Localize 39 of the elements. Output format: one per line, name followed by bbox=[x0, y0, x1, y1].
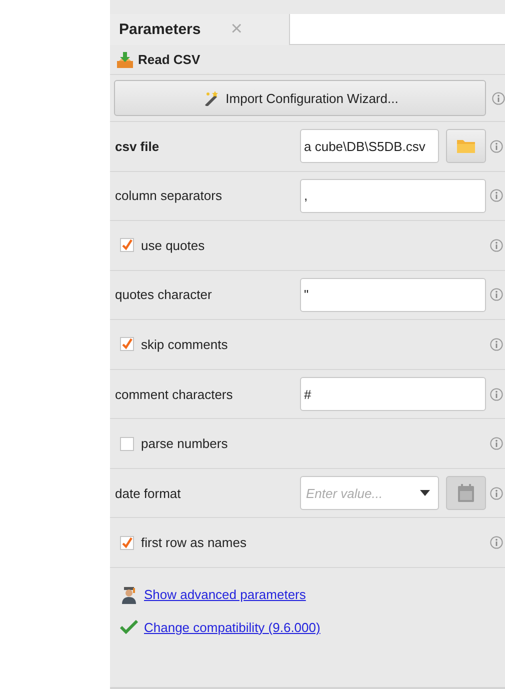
dropdown-caret-icon bbox=[420, 490, 430, 496]
parameter-label: comment characters bbox=[115, 386, 233, 402]
parameter-label: quotes character bbox=[115, 287, 212, 302]
calendar-icon bbox=[458, 484, 474, 502]
user-icon bbox=[120, 586, 138, 604]
browse-button[interactable] bbox=[446, 129, 486, 164]
info-icon[interactable] bbox=[490, 189, 503, 202]
info-icon[interactable] bbox=[492, 92, 505, 105]
checkbox[interactable] bbox=[120, 238, 134, 252]
info-icon[interactable] bbox=[490, 338, 503, 351]
info-icon[interactable] bbox=[490, 486, 503, 500]
import-tray-icon bbox=[116, 50, 134, 69]
info-icon[interactable] bbox=[490, 140, 503, 153]
link[interactable]: Change compatibility (9.6.000) bbox=[144, 620, 320, 635]
info-icon[interactable] bbox=[490, 536, 503, 550]
operator-title: Read CSV bbox=[138, 52, 200, 68]
checkbox[interactable] bbox=[120, 536, 134, 550]
info-icon[interactable] bbox=[490, 388, 503, 401]
parameter-label: csv file bbox=[115, 138, 160, 154]
checkbox-label[interactable]: use quotes bbox=[141, 238, 205, 253]
checkbox-label[interactable]: first row as names bbox=[141, 535, 246, 550]
checkbox[interactable] bbox=[120, 337, 134, 352]
input-field[interactable]: # bbox=[300, 377, 486, 412]
info-icon[interactable] bbox=[490, 437, 503, 450]
file-path-field[interactable]: a cube\DB\S5DB.csv bbox=[300, 129, 439, 164]
input-field[interactable]: " bbox=[300, 278, 486, 312]
input-field[interactable]: , bbox=[300, 178, 486, 213]
calendar-button[interactable] bbox=[446, 476, 486, 510]
import-wizard-button[interactable]: Import Configuration Wizard... bbox=[114, 80, 486, 116]
checkbox-label[interactable]: parse numbers bbox=[141, 436, 228, 452]
checkbox[interactable] bbox=[120, 436, 134, 451]
checkbox-label[interactable]: skip comments bbox=[141, 336, 228, 352]
info-icon[interactable] bbox=[490, 238, 503, 252]
link[interactable]: Show advanced parameters bbox=[144, 587, 306, 602]
info-icon[interactable] bbox=[490, 288, 503, 302]
parameter-label: date format bbox=[115, 486, 181, 501]
parameter-label: column separators bbox=[115, 188, 222, 204]
folder-icon bbox=[456, 138, 476, 154]
checkmark-icon bbox=[120, 620, 138, 634]
